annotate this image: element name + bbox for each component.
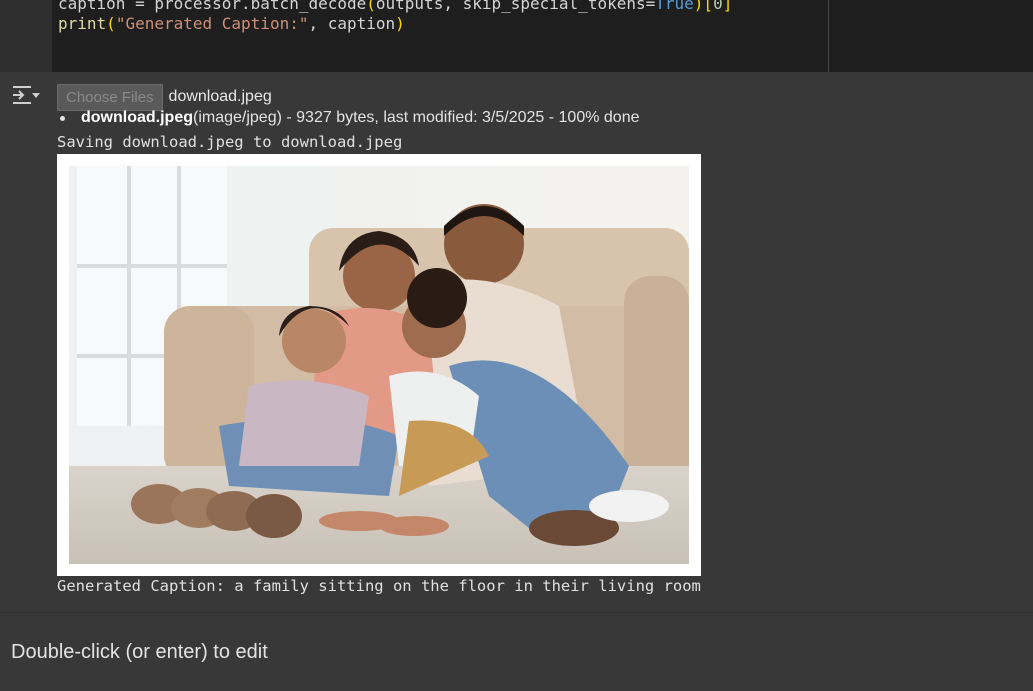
choose-files-button[interactable]: Choose Files xyxy=(57,83,163,111)
file-upload-row: Choose Files download.jpeg xyxy=(57,83,272,111)
code-line-print: print("Generated Caption:", caption) xyxy=(58,14,405,33)
saving-message: Saving download.jpeg to download.jpeg xyxy=(57,133,403,151)
text-cell[interactable]: Double-click (or enter) to edit xyxy=(0,612,1033,691)
generated-caption-output: Generated Caption: a family sitting on t… xyxy=(57,577,701,595)
code-cell-side-panel xyxy=(829,0,1033,72)
uploaded-file-name: download.jpeg xyxy=(81,109,193,126)
uploaded-file-details: (image/jpeg) - 9327 bytes, last modified… xyxy=(193,109,640,126)
family-photo xyxy=(69,166,689,564)
uploaded-image xyxy=(57,154,701,576)
code-editor[interactable]: caption = processor.batch_decode(outputs… xyxy=(52,0,829,72)
code-cell[interactable]: caption = processor.batch_decode(outputs… xyxy=(0,0,1033,72)
text-cell-placeholder: Double-click (or enter) to edit xyxy=(11,641,268,663)
bullet-icon xyxy=(60,115,65,121)
output-collapse-icon[interactable] xyxy=(12,84,42,106)
uploaded-file-item: download.jpeg (image/jpeg) - 9327 bytes, … xyxy=(60,109,640,127)
selected-file-name: download.jpeg xyxy=(168,88,272,105)
code-cell-gutter[interactable] xyxy=(0,0,52,72)
